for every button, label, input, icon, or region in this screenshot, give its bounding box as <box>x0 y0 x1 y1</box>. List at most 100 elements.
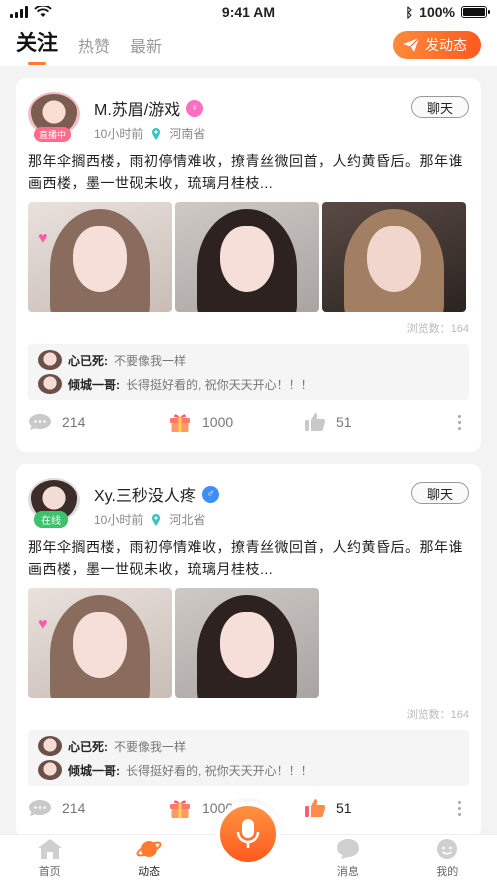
comment-avatar <box>38 760 62 780</box>
view-count: 浏览数：164 <box>406 709 469 721</box>
chat-button[interactable]: 聊天 <box>411 482 469 504</box>
comment-item[interactable]: 心已死: 不要像我一样 <box>38 734 459 758</box>
post-card: 在线 Xy.三秒没人疼 ♂ 10小时前 河北省 聊天 那年伞搁西楼，雨初停情难收 <box>16 464 481 834</box>
gift-button[interactable]: 1000 <box>168 411 304 433</box>
bluetooth-icon: ᛒ <box>405 4 414 20</box>
photo-grid: ♥ <box>28 588 469 698</box>
heart-sticker-icon: ♥ <box>38 616 48 633</box>
nav-moments-label: 动态 <box>138 866 161 878</box>
post-actions: 214 1000 51 <box>28 400 469 444</box>
like-button[interactable]: 51 <box>304 798 449 818</box>
gift-icon <box>170 414 190 432</box>
post-time: 10小时前 <box>94 127 144 141</box>
comment-avatar <box>38 736 62 756</box>
planet-icon <box>136 841 162 857</box>
like-count: 51 <box>336 414 352 430</box>
female-gender-icon: ♀ <box>186 99 204 117</box>
gift-icon <box>170 800 190 818</box>
battery-percent: 100% <box>419 4 455 20</box>
microphone-icon <box>237 819 260 848</box>
post-card: 直播中 M.苏眉/游戏 ♀ 10小时前 河南省 聊天 那年伞搁西楼，雨初停情难收 <box>16 78 481 452</box>
wifi-icon <box>34 6 52 17</box>
post-photo[interactable] <box>322 202 466 312</box>
post-location: 河北省 <box>169 513 206 527</box>
tab-hot[interactable]: 热赞 <box>78 33 110 63</box>
gift-count: 1000 <box>202 414 234 430</box>
cellular-signal-icon <box>10 6 28 18</box>
comment-author: 心已死: <box>68 739 108 754</box>
post-photo[interactable]: ♥ <box>28 202 172 312</box>
feed-tabs: 关注 热赞 最新 <box>16 27 393 63</box>
view-count: 浏览数：164 <box>406 323 469 335</box>
comment-list: 心已死: 不要像我一样 倾城一哥: 长得挺好看的, 祝你天天开心！！！ <box>28 730 469 786</box>
post-text: 那年伞搁西楼，雨初停情难收，撩青丝微回首，人约黄昏后。那年谁画西楼，墨一世砚未收… <box>28 539 463 577</box>
comment-text: 长得挺好看的, 祝你天天开心！！！ <box>126 763 313 778</box>
comment-count: 214 <box>62 800 86 816</box>
status-time: 9:41 AM <box>221 4 276 20</box>
location-pin-icon <box>152 513 161 526</box>
nav-messages[interactable]: 消息 <box>313 838 383 879</box>
status-bar: 9:41 AM ᛒ 100% <box>0 0 497 24</box>
comment-button[interactable]: 214 <box>28 413 168 431</box>
home-icon <box>37 839 62 859</box>
top-header: 关注 热赞 最新 发动态 <box>0 24 497 66</box>
post-moment-label: 发动态 <box>425 37 467 53</box>
location-pin-icon <box>152 127 161 140</box>
username[interactable]: M.苏眉/游戏 <box>94 96 180 120</box>
comment-button[interactable]: 214 <box>28 799 168 817</box>
live-badge: 直播中 <box>34 127 72 142</box>
comment-bubble-icon <box>29 800 51 816</box>
post-photo[interactable]: ♥ <box>28 588 172 698</box>
nav-moments[interactable]: 动态 <box>114 838 184 879</box>
nav-home[interactable]: 首页 <box>15 838 85 879</box>
avatar[interactable]: 在线 <box>28 478 82 532</box>
comment-avatar <box>38 350 62 370</box>
avatar[interactable]: 直播中 <box>28 92 82 146</box>
comment-avatar <box>38 374 62 394</box>
comment-author: 倾城一哥: <box>68 763 120 778</box>
nav-messages-label: 消息 <box>336 866 359 878</box>
post-photo[interactable] <box>175 202 319 312</box>
battery-icon <box>460 6 490 18</box>
male-gender-icon: ♂ <box>201 485 219 503</box>
nav-profile[interactable]: 我的 <box>412 838 482 879</box>
post-location: 河南省 <box>169 127 206 141</box>
nav-center-slot <box>213 801 283 879</box>
comment-list: 心已死: 不要像我一样 倾城一哥: 长得挺好看的, 祝你天天开心！！！ <box>28 344 469 400</box>
like-count: 51 <box>336 800 352 816</box>
tab-latest[interactable]: 最新 <box>130 33 162 63</box>
comment-count: 214 <box>62 414 86 430</box>
comment-item[interactable]: 倾城一哥: 长得挺好看的, 祝你天天开心！！！ <box>38 758 459 782</box>
post-time: 10小时前 <box>94 513 144 527</box>
comment-item[interactable]: 心已死: 不要像我一样 <box>38 348 459 372</box>
comment-text: 不要像我一样 <box>114 353 187 368</box>
voice-record-button[interactable] <box>215 801 282 867</box>
bottom-navigation: 首页 动态 消息 我的 <box>0 801 497 883</box>
post-photo[interactable] <box>175 588 319 698</box>
post-moment-button[interactable]: 发动态 <box>393 31 481 59</box>
profile-icon <box>437 839 458 859</box>
message-icon <box>336 839 359 859</box>
post-text: 那年伞搁西楼，雨初停情难收，撩青丝微回首，人约黄昏后。那年谁画西楼，墨一世砚未收… <box>28 153 463 191</box>
nav-profile-label: 我的 <box>436 866 459 878</box>
like-button[interactable]: 51 <box>304 412 449 432</box>
chat-button[interactable]: 聊天 <box>411 96 469 118</box>
photo-grid: ♥ <box>28 202 469 312</box>
comment-item[interactable]: 倾城一哥: 长得挺好看的, 祝你天天开心！！！ <box>38 372 459 396</box>
comment-text: 不要像我一样 <box>114 739 187 754</box>
username[interactable]: Xy.三秒没人疼 <box>94 482 196 506</box>
moments-feed[interactable]: 直播中 M.苏眉/游戏 ♀ 10小时前 河南省 聊天 那年伞搁西楼，雨初停情难收 <box>0 66 497 834</box>
thumbs-up-icon <box>305 799 326 817</box>
thumbs-up-icon <box>305 413 326 431</box>
comment-bubble-icon <box>29 414 51 430</box>
more-options-icon[interactable] <box>449 800 469 816</box>
comment-text: 长得挺好看的, 祝你天天开心！！！ <box>126 377 313 392</box>
nav-home-label: 首页 <box>38 866 61 878</box>
more-options-icon[interactable] <box>449 414 469 430</box>
comment-author: 心已死: <box>68 353 108 368</box>
online-badge: 在线 <box>34 511 68 528</box>
comment-author: 倾城一哥: <box>68 377 120 392</box>
tab-following[interactable]: 关注 <box>16 27 58 63</box>
send-icon <box>403 38 419 52</box>
heart-sticker-icon: ♥ <box>38 230 48 247</box>
